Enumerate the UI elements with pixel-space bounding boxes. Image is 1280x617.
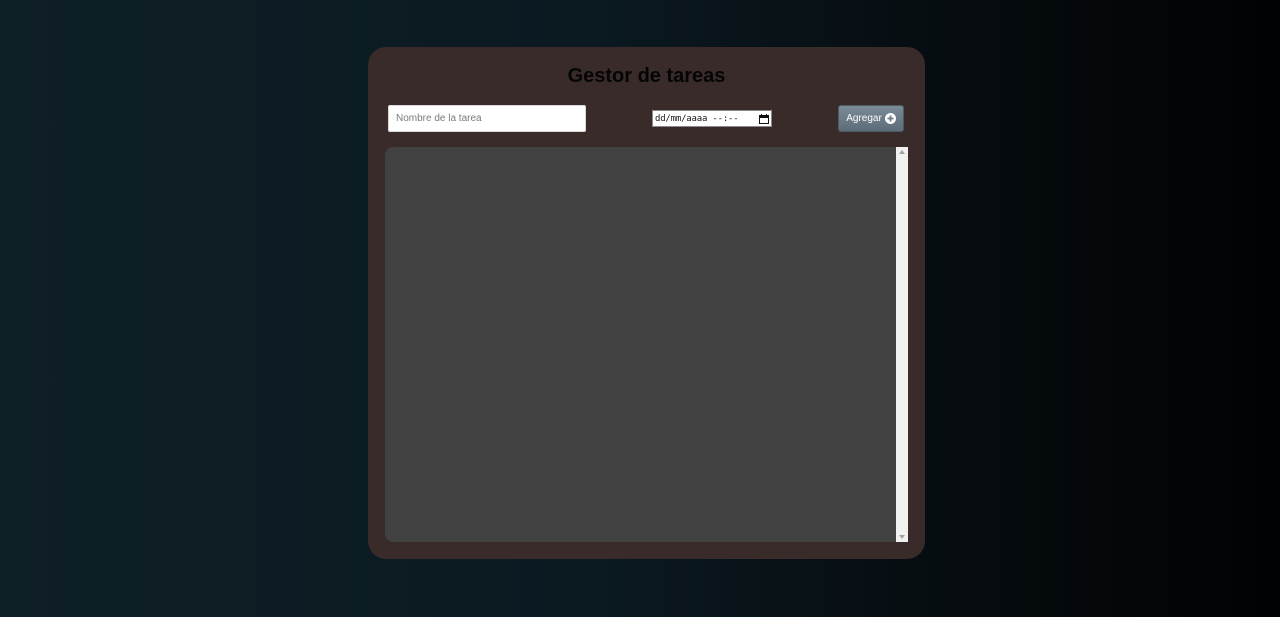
- task-list-scrollbar[interactable]: [896, 147, 908, 542]
- datetime-input[interactable]: dd/mm/aaaa --:--: [652, 110, 772, 127]
- calendar-icon[interactable]: [758, 113, 769, 124]
- task-list: [385, 147, 908, 542]
- page-title: Gestor de tareas: [567, 65, 726, 87]
- plus-circle-icon: [884, 113, 896, 124]
- datetime-value: dd/mm/aaaa --:--: [655, 113, 739, 124]
- task-manager-card: Gestor de tareas dd/mm/aaaa --:-- Agrega…: [368, 47, 925, 559]
- scroll-down-arrow-icon[interactable]: [896, 532, 908, 542]
- add-task-button[interactable]: Agregar: [838, 105, 904, 132]
- scroll-up-arrow-icon[interactable]: [896, 147, 908, 157]
- scrollbar-track[interactable]: [896, 157, 908, 532]
- task-name-input[interactable]: [388, 105, 586, 132]
- add-button-label: Agregar: [846, 113, 882, 124]
